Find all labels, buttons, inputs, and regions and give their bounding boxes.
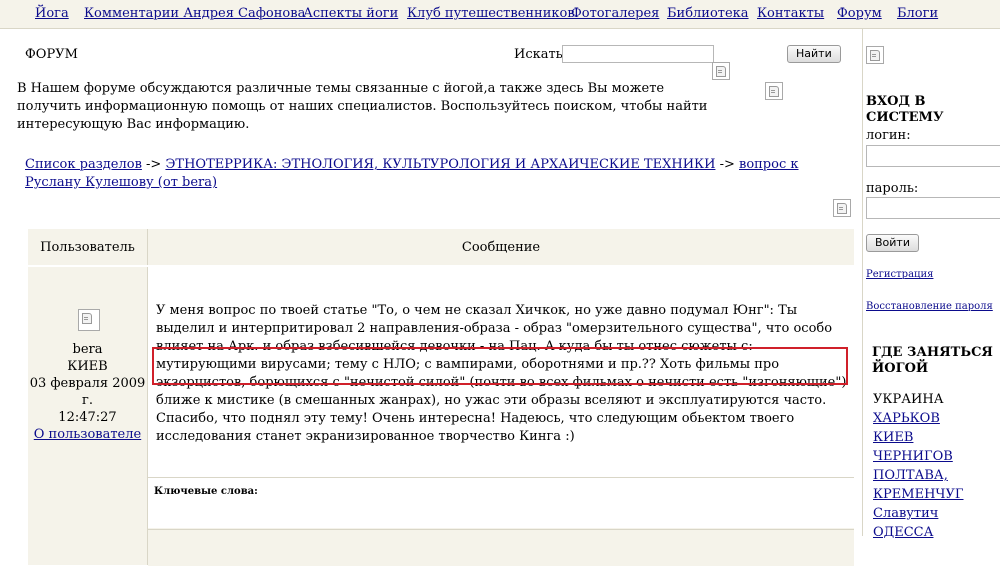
login-label: логин: <box>866 128 911 143</box>
breadcrumb-separator: -> <box>141 157 166 172</box>
password-label: пароль: <box>866 181 919 196</box>
forum-intro: В Нашем форуме обсуждаются различные тем… <box>17 81 708 132</box>
post-keywords-box: Ключевые слова: <box>148 478 854 528</box>
breadcrumb-section-link[interactable]: ЭТНОТЕРРИКА: ЭТНОЛОГИЯ, КУЛЬТУРОЛОГИЯ И … <box>165 157 715 172</box>
nav-link[interactable]: Клуб путешественников <box>407 6 575 21</box>
post-message-cell: У меня вопрос по твоей статье "То, о чем… <box>148 267 854 566</box>
register-link[interactable]: Регистрация <box>866 269 933 280</box>
page-title: ФОРУМ <box>25 47 78 62</box>
nav-link[interactable]: Библиотека <box>667 6 749 21</box>
keywords-label: Ключевые слова: <box>154 486 258 497</box>
broken-image-icon <box>866 46 884 64</box>
main-content: ФОРУМ Искать: Найти В Нашем форуме обсуж… <box>0 29 862 566</box>
post-author-city: КИЕВ <box>67 359 108 374</box>
search-label: Искать: <box>514 47 568 62</box>
post-time: 12:47:27 <box>58 410 117 425</box>
city-link[interactable]: КРЕМЕНЧУГ <box>873 486 964 504</box>
nav-link[interactable]: Блоги <box>897 6 938 21</box>
breadcrumb-separator: -> <box>715 157 739 172</box>
search-button[interactable]: Найти <box>787 45 841 63</box>
post-text: У меня вопрос по твоей статье "То, о чем… <box>156 303 847 444</box>
next-row-strip <box>148 529 854 566</box>
post-author-name: bera <box>72 342 103 357</box>
password-input[interactable] <box>866 197 1000 219</box>
post-body: У меня вопрос по твоей статье "То, о чем… <box>148 267 854 477</box>
broken-image-icon <box>712 62 730 80</box>
nav-link[interactable]: Контакты <box>757 6 824 21</box>
breadcrumb: Список разделов -> ЭТНОТЕРРИКА: ЭТНОЛОГИ… <box>25 156 845 192</box>
column-header-user: Пользователь <box>28 229 148 265</box>
nav-link[interactable]: Йога <box>35 6 69 21</box>
breadcrumb-root-link[interactable]: Список разделов <box>25 157 142 172</box>
city-link[interactable]: КИЕВ <box>873 429 913 447</box>
posts-table-header: Пользователь Сообщение <box>28 229 854 265</box>
where-to-practice-heading: ГДЕ ЗАНЯТЬСЯ ЙОГОЙ <box>872 345 993 376</box>
avatar <box>78 309 100 331</box>
post-author-cell: bera КИЕВ 03 февраля 2009 г. 12:47:27 О … <box>28 267 148 565</box>
login-input[interactable] <box>866 145 1000 167</box>
search-input[interactable] <box>562 45 714 63</box>
city-link[interactable]: ХАРЬКОВ <box>873 410 940 428</box>
city-link[interactable]: ПОЛТАВА, <box>873 467 948 485</box>
broken-image-icon <box>833 199 851 217</box>
city-link[interactable]: ЧЕРНИГОВ <box>873 448 953 466</box>
about-user-link[interactable]: О пользователе <box>28 426 147 443</box>
nav-link[interactable]: Аспекты йоги <box>303 6 398 21</box>
login-button[interactable]: Войти <box>866 234 919 252</box>
right-sidebar: ВХОД В СИСТЕМУ логин: пароль: Войти Реги… <box>862 29 1000 540</box>
login-heading: ВХОД В СИСТЕМУ <box>866 94 944 125</box>
post-date: 03 февраля 2009 г. <box>29 376 146 408</box>
city-link[interactable]: ОДЕССА <box>873 524 933 542</box>
city-heading: УКРАИНА <box>873 392 944 407</box>
nav-link[interactable]: Форум <box>837 6 882 21</box>
broken-image-icon <box>765 82 783 100</box>
top-nav: Йога Комментарии Андрея Сафонова Аспекты й… <box>0 0 1000 29</box>
restore-password-link[interactable]: Восстановление пароля <box>866 301 993 312</box>
column-header-message: Сообщение <box>461 239 541 255</box>
nav-link[interactable]: Фотогалерея <box>571 6 659 21</box>
city-link[interactable]: Славутич <box>873 505 938 523</box>
nav-link[interactable]: Комментарии Андрея Сафонова <box>84 6 305 21</box>
